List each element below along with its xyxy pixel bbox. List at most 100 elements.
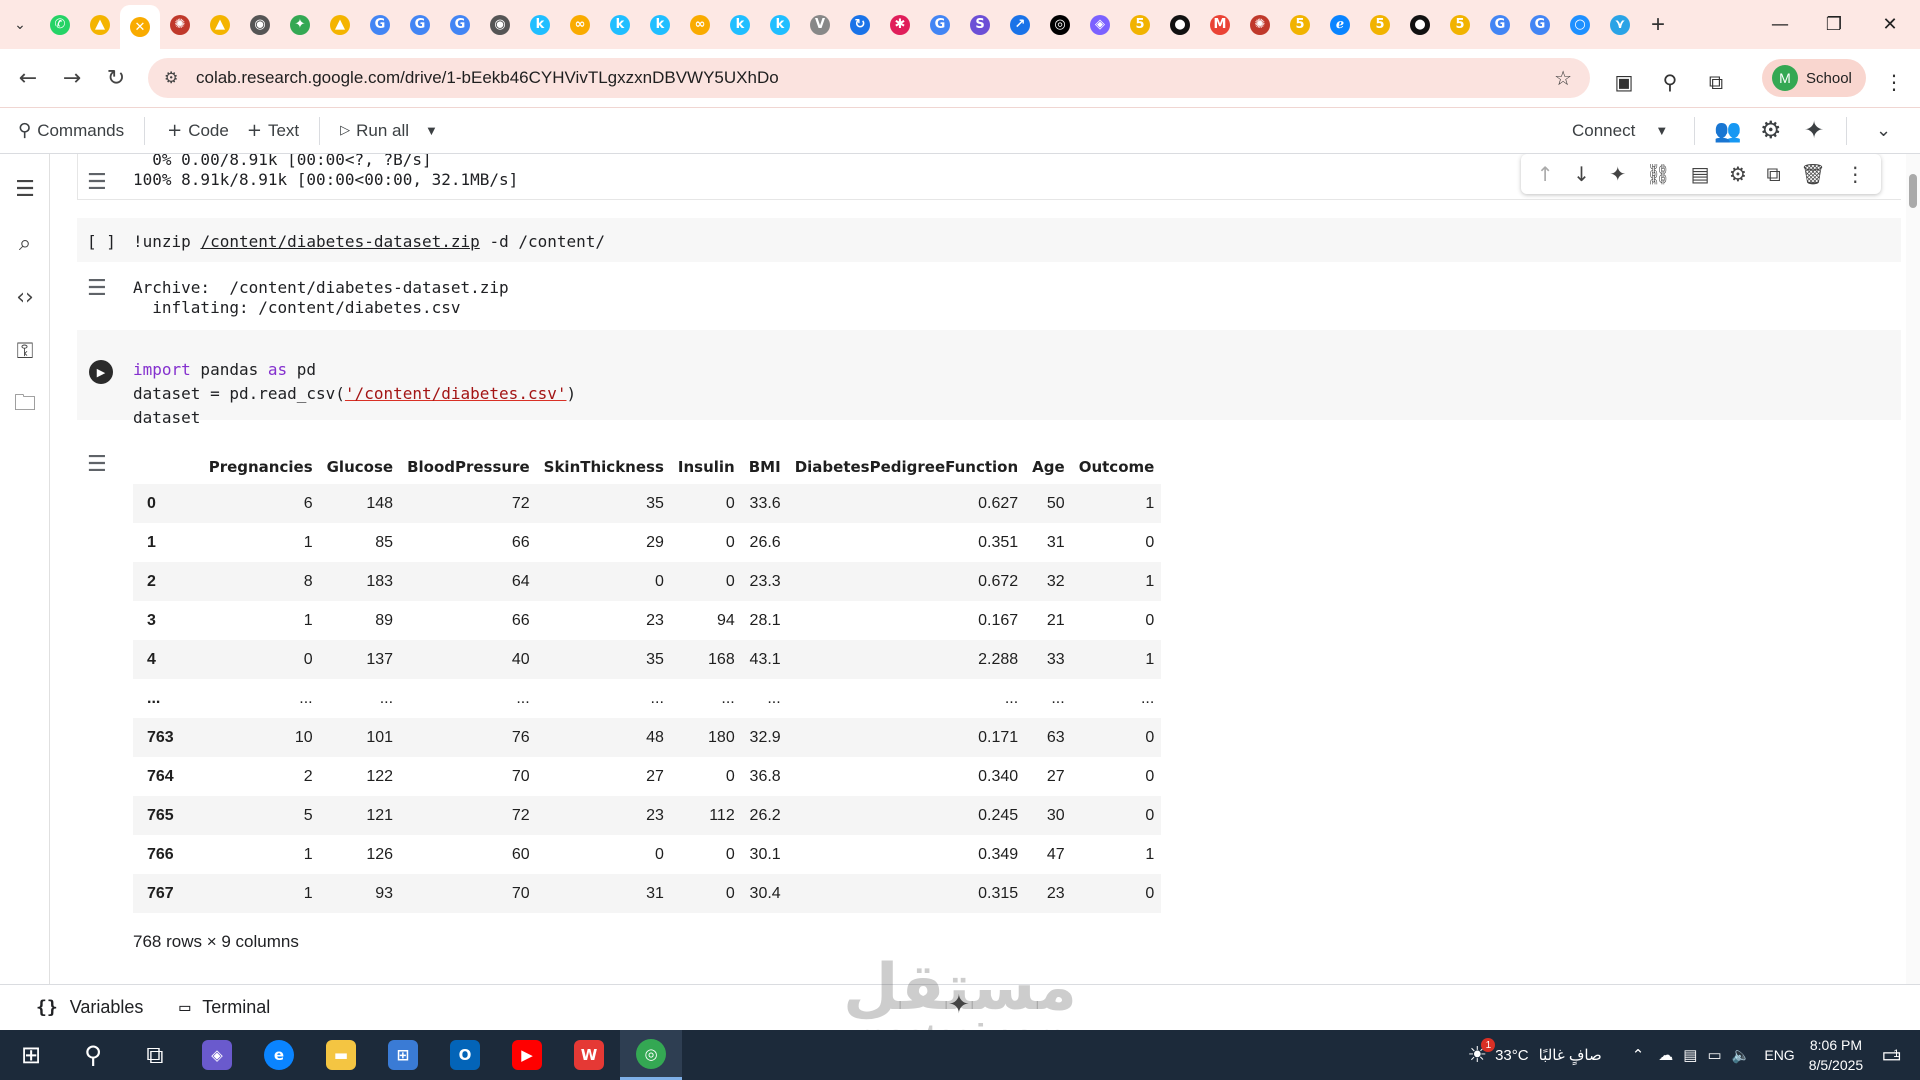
search-button[interactable]: ⚲ (62, 1030, 124, 1080)
browser-tab[interactable]: ✕ (120, 5, 160, 49)
browser-tab[interactable]: ✺ (160, 5, 200, 45)
code-line[interactable]: dataset (133, 408, 200, 427)
move-down-icon[interactable]: ↓ (1573, 162, 1590, 186)
find-replace-icon[interactable]: ⌕ (10, 228, 40, 258)
browser-tab[interactable]: ◉ (240, 5, 280, 45)
browser-tab[interactable]: 5 (1360, 5, 1400, 45)
delete-icon[interactable]: 🗑 (1800, 162, 1825, 186)
browser-tab[interactable]: ⋎ (1600, 5, 1640, 45)
restore-button[interactable]: ❐ (1806, 0, 1862, 49)
secrets-key-icon[interactable]: ⚿ (10, 336, 40, 366)
table-of-contents-icon[interactable]: ☰ (10, 174, 40, 204)
browser-tab[interactable]: ✺ (1240, 5, 1280, 45)
gemini-sparkle-icon[interactable]: ✦ (1609, 162, 1626, 186)
settings-gear-icon[interactable]: ⚙ (1760, 108, 1782, 154)
cell-run-prompt[interactable]: [ ] (87, 232, 116, 251)
comment-icon[interactable]: ▤ (1691, 162, 1710, 186)
browser-tab[interactable]: ✆ (40, 5, 80, 45)
browser-tab[interactable]: G (1520, 5, 1560, 45)
browser-tab[interactable]: ✦ (280, 5, 320, 45)
onedrive-cloud-icon[interactable]: ☁ (1658, 1046, 1673, 1064)
browser-tab[interactable]: G (440, 5, 480, 45)
gemini-sparkle-icon[interactable]: ✦ (1804, 108, 1824, 154)
omnibox[interactable]: ⚙ colab.research.google.com/drive/1-bEek… (148, 58, 1590, 98)
add-text-button[interactable]: + Text (247, 108, 299, 154)
browser-tab[interactable]: G (360, 5, 400, 45)
task-view-button[interactable]: ⧉ (124, 1030, 186, 1080)
wps-app[interactable]: W (558, 1030, 620, 1080)
weather-icon[interactable]: ☀ 1 (1467, 1038, 1496, 1068)
code-cell-pandas[interactable] (77, 330, 1901, 420)
run-cell-button[interactable]: ▶ (89, 360, 113, 384)
scrollbar[interactable] (1906, 154, 1920, 984)
notifications-icon[interactable]: ▭ 1 (1881, 1042, 1902, 1068)
browser-tab[interactable]: M (1200, 5, 1240, 45)
browser-tab[interactable]: ▲ (320, 5, 360, 45)
code-line[interactable]: !unzip /content/diabetes-dataset.zip -d … (133, 232, 605, 251)
scroll-thumb[interactable] (1909, 174, 1917, 208)
browser-tab[interactable]: ● (1400, 5, 1440, 45)
youtube-app[interactable]: ▶ (496, 1030, 558, 1080)
browser-tab[interactable]: G (400, 5, 440, 45)
terminal-button[interactable]: ▭ Terminal (179, 997, 270, 1018)
browser-tab[interactable]: ✱ (880, 5, 920, 45)
tab-search-dropdown[interactable]: ⌄ (0, 5, 40, 45)
share-people-icon[interactable]: 👥 (1714, 108, 1741, 154)
output-toggle-icon[interactable]: ☰ (87, 170, 117, 195)
new-tab-button[interactable]: + (1640, 7, 1676, 43)
files-folder-icon[interactable]: 🗀 (10, 390, 40, 420)
zoom-icon[interactable]: ⚲ (1656, 68, 1684, 96)
browser-tab[interactable]: 5 (1280, 5, 1320, 45)
browser-tab[interactable]: G (920, 5, 960, 45)
code-snippets-icon[interactable]: ‹› (10, 282, 40, 312)
language-indicator[interactable]: ENG (1764, 1047, 1794, 1063)
browser-tab[interactable]: ○ (1560, 5, 1600, 45)
battery-icon[interactable]: ▭ (1707, 1046, 1721, 1064)
browser-tab[interactable]: ● (1160, 5, 1200, 45)
forward-button[interactable]: → (52, 58, 92, 98)
minimize-button[interactable]: — (1752, 0, 1808, 49)
file-explorer-app[interactable]: ▬ (310, 1030, 372, 1080)
browser-tab[interactable]: ▲ (80, 5, 120, 45)
link-icon[interactable]: ⛓ (1646, 162, 1671, 186)
cell-settings-icon[interactable]: ⚙ (1729, 162, 1747, 186)
browser-tab[interactable]: ∞ (680, 5, 720, 45)
output-toggle-icon[interactable]: ☰ (87, 452, 117, 477)
variables-button[interactable]: {} Variables (36, 997, 143, 1018)
chrome-app[interactable]: ◎ (620, 1030, 682, 1080)
code-line[interactable]: import pandas as pd (133, 360, 316, 379)
browser-tab[interactable]: G (1480, 5, 1520, 45)
browser-tab[interactable]: ▲ (200, 5, 240, 45)
connect-button[interactable]: Connect ▼ (1572, 108, 1668, 154)
edge-app[interactable]: e (248, 1030, 310, 1080)
browser-tab[interactable]: k (720, 5, 760, 45)
code-line[interactable]: dataset = pd.read_csv('/content/diabetes… (133, 384, 576, 403)
clock[interactable]: 8:06 PM 8/5/2025 (1809, 1035, 1864, 1075)
network-icon[interactable]: ▤ (1683, 1046, 1697, 1064)
browser-tab[interactable]: 5 (1440, 5, 1480, 45)
browser-tab[interactable]: k (600, 5, 640, 45)
commands-button[interactable]: ⚲ Commands (18, 108, 124, 154)
copilot-app[interactable]: ◈ (186, 1030, 248, 1080)
browser-tab[interactable]: k (640, 5, 680, 45)
browser-tab[interactable]: ∞ (560, 5, 600, 45)
outlook-app[interactable]: O (434, 1030, 496, 1080)
browser-tab[interactable]: ◎ (1040, 5, 1080, 45)
gemini-sparkle-icon[interactable]: ✦ (948, 990, 970, 1020)
move-up-icon[interactable]: ↑ (1537, 162, 1554, 186)
back-button[interactable]: ← (8, 58, 48, 98)
profile-button[interactable]: M School (1762, 59, 1866, 97)
browser-tab[interactable]: S (960, 5, 1000, 45)
output-toggle-icon[interactable]: ☰ (87, 276, 117, 301)
notebook-area[interactable]: ☰ 0% 0.00/8.91k [00:00<?, ?B/s] 100% 8.9… (51, 154, 1901, 984)
browser-tab[interactable]: k (520, 5, 560, 45)
browser-tab[interactable]: ↻ (840, 5, 880, 45)
weather-temp[interactable]: 33°C (1495, 1047, 1529, 1064)
browser-tab[interactable]: 5 (1120, 5, 1160, 45)
add-code-button[interactable]: + Code (167, 108, 229, 154)
url-text[interactable]: colab.research.google.com/drive/1-bEekb4… (196, 68, 779, 88)
browser-tab[interactable]: ℯ (1320, 5, 1360, 45)
collapse-header-icon[interactable]: ⌄ (1876, 108, 1891, 154)
bookmark-star-icon[interactable]: ☆ (1554, 66, 1572, 91)
run-all-button[interactable]: ▷ Run all (340, 108, 409, 154)
